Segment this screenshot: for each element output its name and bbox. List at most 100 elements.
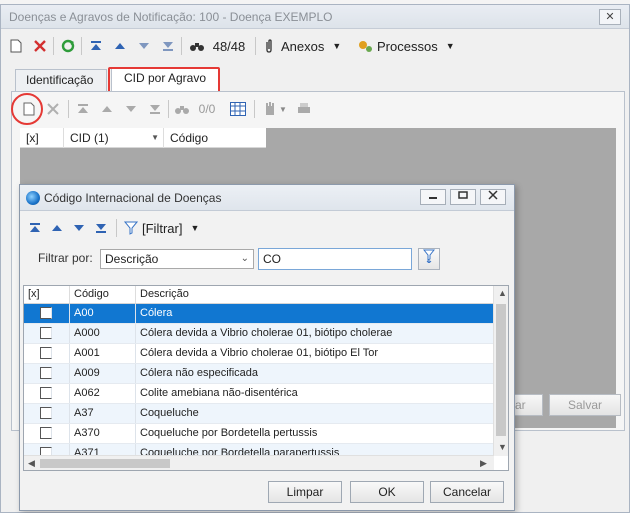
- list-item[interactable]: A009 Cólera não especificada: [24, 364, 494, 384]
- horizontal-scrollbar[interactable]: ◀ ▶: [24, 455, 494, 470]
- list-item[interactable]: A37 Coqueluche: [24, 404, 494, 424]
- column-header-select[interactable]: [x]: [20, 128, 64, 148]
- scroll-up-icon[interactable]: ▲: [498, 288, 507, 298]
- close-dialog-button[interactable]: [480, 189, 506, 205]
- search-button[interactable]: [187, 35, 207, 57]
- main-toolbar: 48/48 Anexos ▼ Processos ▼: [1, 31, 629, 61]
- tools-menu-button[interactable]: ▼: [260, 98, 290, 120]
- refresh-button[interactable]: [59, 35, 77, 57]
- next-button[interactable]: [70, 217, 88, 239]
- attachments-menu-button[interactable]: Anexos ▼: [263, 35, 353, 57]
- column-header-cid-label: CID (1): [70, 131, 109, 145]
- column-header-description[interactable]: Descrição: [136, 286, 494, 303]
- binoculars-icon: [190, 43, 204, 51]
- list-item[interactable]: A00 Cólera: [24, 304, 494, 324]
- chevron-down-icon: ▼: [151, 133, 159, 142]
- print-button[interactable]: [294, 98, 314, 120]
- row-checkbox[interactable]: [40, 427, 52, 439]
- scroll-down-icon[interactable]: ▼: [498, 442, 507, 452]
- cid-list-header: [x] Código Descrição: [24, 286, 494, 304]
- row-checkbox[interactable]: [40, 307, 52, 319]
- first-icon: [78, 104, 88, 113]
- printer-icon: [298, 103, 310, 113]
- next-record-button[interactable]: [135, 35, 153, 57]
- clear-button[interactable]: Limpar: [268, 481, 342, 503]
- row-select-cell: [24, 384, 70, 403]
- refresh-icon: [61, 39, 75, 53]
- vertical-scroll-thumb[interactable]: [496, 304, 506, 436]
- first-record-button[interactable]: [87, 35, 105, 57]
- list-item[interactable]: A001 Cólera devida a Vibrio cholerae 01, …: [24, 344, 494, 364]
- tab-identificacao[interactable]: Identificação: [15, 69, 107, 91]
- row-checkbox[interactable]: [40, 327, 52, 339]
- last-cid-button[interactable]: [146, 98, 164, 120]
- last-button[interactable]: [92, 217, 110, 239]
- vertical-scrollbar[interactable]: ▲ ▼: [493, 286, 508, 456]
- chevron-down-icon: ▼: [190, 223, 200, 233]
- list-item[interactable]: A000 Cólera devida a Vibrio cholerae 01, …: [24, 324, 494, 344]
- next-cid-button[interactable]: [122, 98, 140, 120]
- toolbar-separator: [81, 37, 82, 55]
- first-button[interactable]: [26, 217, 44, 239]
- previous-button[interactable]: [48, 217, 66, 239]
- panel-toolbar: 0/0 ▼: [12, 96, 624, 124]
- save-button[interactable]: Salvar: [549, 394, 621, 416]
- filter-row: Filtrar por: Descrição ⌄ CO: [20, 247, 514, 273]
- arrow-up-icon: [52, 225, 62, 231]
- ok-button[interactable]: OK: [350, 481, 424, 503]
- filter-by-label: Filtrar por:: [38, 251, 93, 265]
- filter-menu-button[interactable]: [Filtrar] ▼: [124, 217, 216, 239]
- column-header-select[interactable]: [x]: [24, 286, 70, 303]
- cid-dialog: Código Internacional de Doenças [Filtrar…: [19, 184, 515, 511]
- cancel-dialog-button[interactable]: Cancelar: [430, 481, 504, 503]
- cid-list[interactable]: [x] Código Descrição A00 Cólera A000 Cólera…: [23, 285, 509, 471]
- row-description: Cólera devida a Vibrio cholerae 01, biót…: [140, 347, 379, 359]
- first-cid-button[interactable]: [74, 98, 92, 120]
- column-header-code[interactable]: Código: [70, 286, 136, 303]
- cid-grid-header: [x] CID (1) ▼ Código: [20, 128, 266, 148]
- close-window-button[interactable]: ✕: [599, 9, 621, 25]
- maximize-icon: [458, 191, 468, 199]
- row-description: Cólera: [140, 307, 173, 319]
- filter-field-select[interactable]: Descrição ⌄: [100, 249, 254, 269]
- grid-view-button[interactable]: [228, 98, 248, 120]
- tab-strip: Identificação CID por Agravo: [11, 67, 623, 91]
- new-record-button[interactable]: [7, 35, 25, 57]
- previous-record-button[interactable]: [111, 35, 129, 57]
- row-code: A00: [70, 304, 136, 323]
- grid-icon: [230, 102, 246, 116]
- row-checkbox[interactable]: [40, 347, 52, 359]
- toolbar-separator: [116, 219, 117, 237]
- processes-menu-button[interactable]: Processos ▼: [357, 35, 457, 57]
- chevron-down-icon: ▼: [332, 41, 342, 51]
- search-cid-button[interactable]: [172, 98, 192, 120]
- previous-cid-button[interactable]: [98, 98, 116, 120]
- row-checkbox[interactable]: [40, 367, 52, 379]
- row-description: Cólera não especificada: [140, 367, 259, 379]
- arrow-down-icon: [126, 106, 136, 112]
- row-description: Coqueluche: [140, 407, 199, 419]
- delete-record-button[interactable]: [31, 35, 49, 57]
- list-item[interactable]: A370 Coqueluche por Bordetella pertussis: [24, 424, 494, 444]
- row-checkbox[interactable]: [40, 387, 52, 399]
- scroll-left-icon[interactable]: ◀: [28, 458, 35, 469]
- maximize-button[interactable]: [450, 189, 476, 205]
- delete-icon: [34, 40, 46, 52]
- row-checkbox[interactable]: [40, 407, 52, 419]
- scroll-right-icon[interactable]: ▶: [480, 458, 487, 469]
- horizontal-scroll-thumb[interactable]: [40, 459, 170, 468]
- row-description: Coqueluche por Bordetella pertussis: [140, 427, 318, 439]
- row-select-cell: [24, 304, 70, 323]
- toolbar-separator: [254, 100, 255, 118]
- minimize-button[interactable]: [420, 189, 446, 205]
- last-icon: [96, 224, 106, 233]
- remove-cid-button[interactable]: [44, 98, 62, 120]
- apply-filter-button[interactable]: [418, 248, 440, 270]
- column-header-cid[interactable]: CID (1) ▼: [64, 128, 164, 148]
- filter-value-input[interactable]: CO: [258, 248, 412, 270]
- arrow-up-icon: [115, 43, 125, 49]
- last-record-button[interactable]: [159, 35, 177, 57]
- row-code: A37: [70, 404, 136, 423]
- column-header-code[interactable]: Código: [164, 128, 266, 148]
- list-item[interactable]: A062 Colite amebiana não-disentérica: [24, 384, 494, 404]
